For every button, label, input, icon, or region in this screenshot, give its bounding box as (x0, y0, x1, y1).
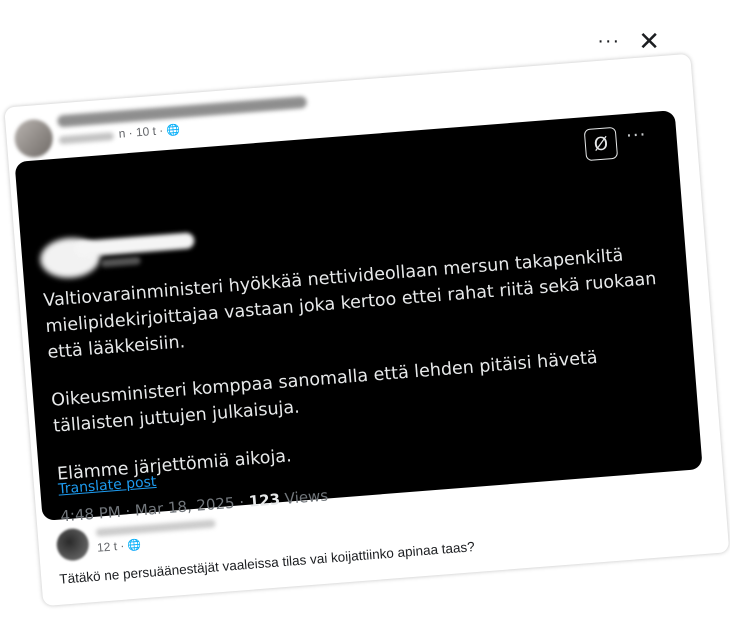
tweet-author-redacted (38, 219, 195, 281)
commenter-name-redacted (95, 519, 216, 537)
grok-icon[interactable]: Ø (583, 126, 619, 162)
globe-icon: 🌐 (126, 538, 142, 552)
comment-meta: 12 t · 🌐 (96, 537, 142, 555)
views-count: 123 (248, 490, 281, 511)
tweet-text: Valtiovarainministeri hyökkää nettivideo… (43, 239, 688, 510)
commenter-avatar[interactable] (55, 527, 90, 562)
screenshot-photo: n · 10 t · 🌐 Ø ··· Valtiovarainministeri… (0, 0, 730, 623)
views-label: Views (279, 486, 329, 509)
author-avatar[interactable] (13, 117, 55, 159)
author-name-redacted (57, 95, 308, 128)
embedded-tweet[interactable]: Ø ··· Valtiovarainministeri hyökkää nett… (14, 110, 703, 525)
tweet-more-icon[interactable]: ··· (625, 124, 647, 147)
facebook-post-card: n · 10 t · 🌐 Ø ··· Valtiovarainministeri… (4, 53, 730, 607)
globe-icon: 🌐 (165, 123, 181, 137)
post-time[interactable]: n · 10 t · (118, 123, 164, 140)
comment-time[interactable]: 12 t · (96, 539, 124, 555)
author-sub-redacted (58, 132, 115, 145)
post-meta: n · 10 t · 🌐 (118, 122, 181, 140)
